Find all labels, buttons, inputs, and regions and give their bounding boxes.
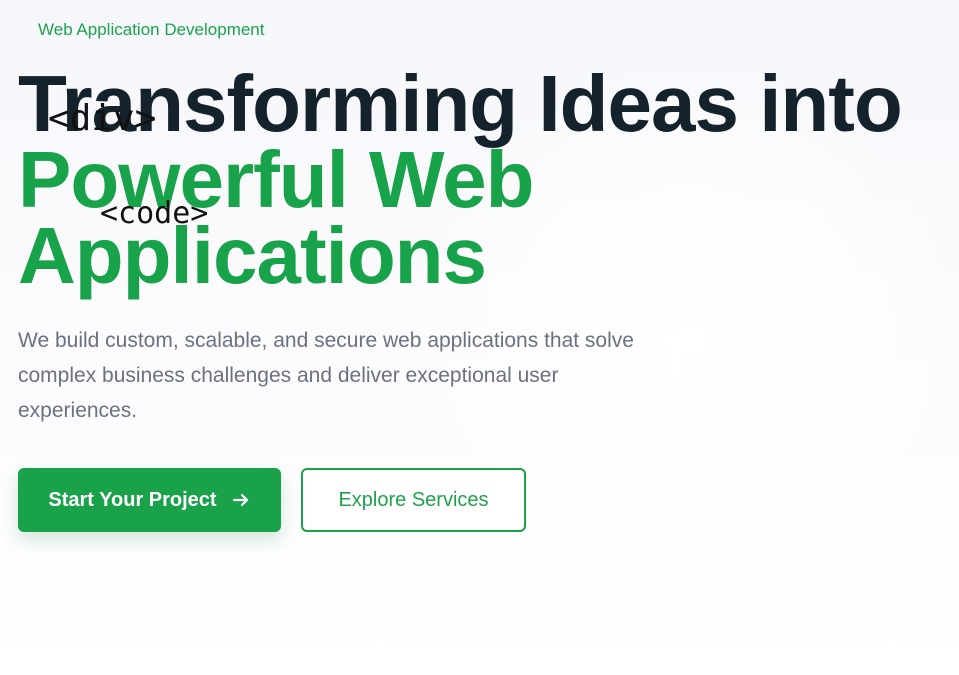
start-project-button[interactable]: Start Your Project [18,468,281,532]
arrow-right-icon [231,490,251,510]
explore-services-button[interactable]: Explore Services [301,468,526,532]
eyebrow-label: Web Application Development [38,20,265,39]
floating-div-tag: <div> [48,98,157,139]
start-project-label: Start Your Project [48,488,217,511]
hero-subtitle: We build custom, scalable, and secure we… [18,329,634,422]
floating-code-tag: <code> [100,196,209,231]
explore-services-label: Explore Services [338,488,489,511]
hero-page: Web Application Development Transforming… [0,0,959,675]
